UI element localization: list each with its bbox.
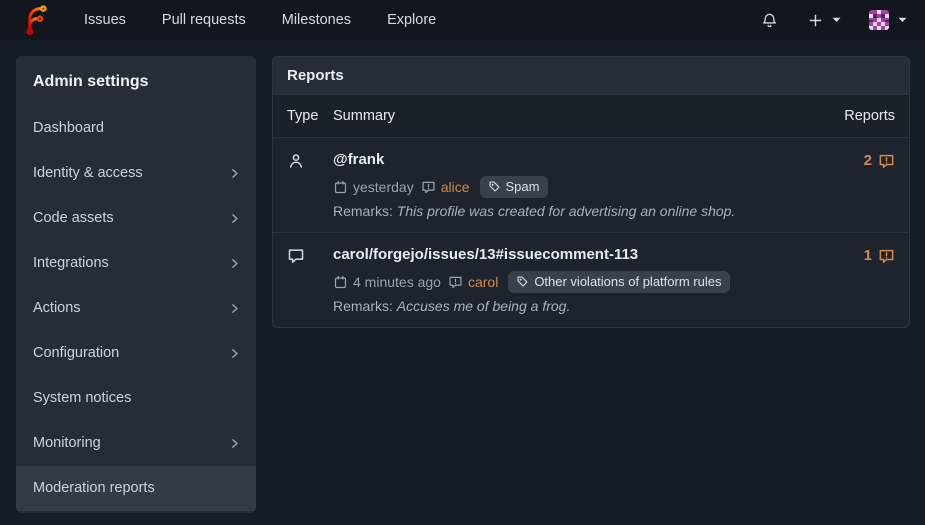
nav-pull-requests[interactable]: Pull requests: [162, 12, 246, 28]
reporter-link[interactable]: alice: [441, 179, 470, 195]
chevron-right-icon: [228, 167, 241, 180]
reporter-link[interactable]: carol: [468, 274, 498, 290]
caret-down-icon: [898, 17, 907, 23]
calendar-icon: [333, 275, 348, 290]
column-reports: Reports: [844, 108, 895, 124]
admin-sidebar: Admin settings Dashboard Identity & acce…: [16, 56, 256, 513]
report-bubble-icon: [421, 180, 436, 195]
nav-issues[interactable]: Issues: [84, 12, 126, 28]
category-badge: Other violations of platform rules: [508, 271, 730, 293]
report-time: yesterday: [353, 179, 414, 195]
caret-down-icon: [832, 17, 841, 23]
sidebar-title: Admin settings: [16, 56, 256, 106]
comment-icon: [287, 244, 333, 314]
table-header: Type Summary Reports: [273, 95, 909, 137]
column-summary: Summary: [333, 108, 844, 124]
chevron-right-icon: [228, 257, 241, 270]
avatar: [869, 10, 889, 30]
remarks: Remarks: Accuses me of being a frog.: [333, 298, 847, 314]
report-bubble-icon: [448, 275, 463, 290]
category-badge: Spam: [480, 176, 549, 198]
report-time: 4 minutes ago: [353, 274, 441, 290]
reports-panel: Reports Type Summary Reports @frank: [272, 56, 910, 328]
sidebar-item-code-assets[interactable]: Code assets: [16, 196, 256, 241]
report-title-link[interactable]: carol/forgejo/issues/13#issuecomment-113: [333, 244, 847, 265]
plus-icon: [808, 13, 823, 28]
nav-explore[interactable]: Explore: [387, 12, 436, 28]
calendar-icon: [333, 180, 348, 195]
report-bubble-icon: [878, 248, 895, 265]
report-row: carol/forgejo/issues/13#issuecomment-113…: [273, 232, 909, 327]
sidebar-item-monitoring[interactable]: Monitoring: [16, 421, 256, 466]
chevron-right-icon: [228, 347, 241, 360]
report-count: 1: [847, 244, 895, 314]
tag-icon: [488, 180, 501, 193]
sidebar-item-moderation-reports[interactable]: Moderation reports: [16, 466, 256, 511]
user-icon: [287, 149, 333, 219]
create-new-menu[interactable]: [808, 13, 841, 28]
top-navbar: Issues Pull requests Milestones Explore: [0, 0, 925, 40]
nav-milestones[interactable]: Milestones: [282, 12, 351, 28]
tag-icon: [516, 275, 529, 288]
navbar-right: [761, 10, 907, 30]
user-menu[interactable]: [869, 10, 907, 30]
bell-icon[interactable]: [761, 12, 778, 29]
report-row: @frank yesterday alice: [273, 137, 909, 232]
report-bubble-icon: [878, 153, 895, 170]
sidebar-item-dashboard[interactable]: Dashboard: [16, 106, 256, 151]
sidebar-item-configuration[interactable]: Configuration: [16, 331, 256, 376]
sidebar-item-identity-access[interactable]: Identity & access: [16, 151, 256, 196]
report-title-link[interactable]: @frank: [333, 149, 847, 170]
panel-title: Reports: [273, 57, 909, 95]
primary-nav: Issues Pull requests Milestones Explore: [84, 12, 436, 28]
sidebar-item-system-notices[interactable]: System notices: [16, 376, 256, 421]
chevron-right-icon: [228, 437, 241, 450]
column-type: Type: [287, 108, 333, 124]
forgejo-logo[interactable]: [22, 5, 52, 35]
chevron-right-icon: [228, 212, 241, 225]
sidebar-item-actions[interactable]: Actions: [16, 286, 256, 331]
report-count: 2: [847, 149, 895, 219]
remarks: Remarks: This profile was created for ad…: [333, 203, 847, 219]
page-content: Admin settings Dashboard Identity & acce…: [0, 40, 925, 521]
sidebar-item-integrations[interactable]: Integrations: [16, 241, 256, 286]
chevron-right-icon: [228, 302, 241, 315]
